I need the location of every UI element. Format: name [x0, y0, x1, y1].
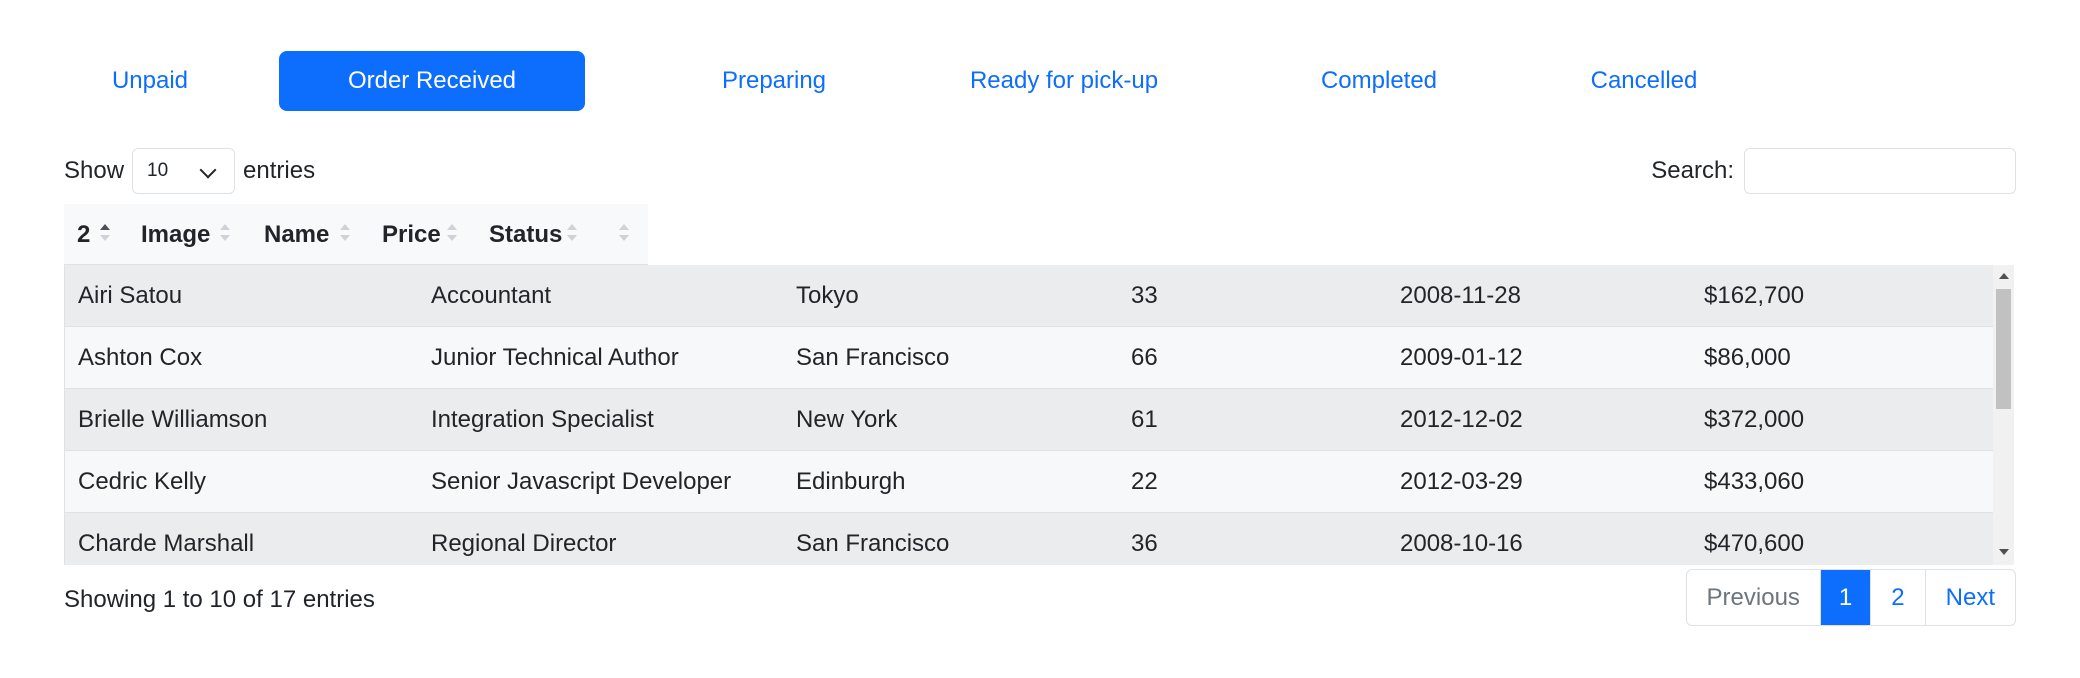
cell-name: Airi Satou — [78, 282, 183, 309]
sort-icon — [220, 224, 230, 244]
sort-icon — [567, 224, 577, 244]
table-scrollbar[interactable] — [1993, 265, 2014, 565]
entries-per-page-select[interactable]: 10 — [132, 148, 236, 194]
chevron-down-icon — [199, 161, 217, 179]
table-row[interactable]: Cedric Kelly Senior Javascript Developer… — [65, 451, 1993, 513]
scroll-up-arrow-icon[interactable] — [1999, 273, 2009, 279]
cell-start-date: 2008-10-16 — [1400, 530, 1523, 557]
cell-position: Integration Specialist — [431, 406, 654, 433]
cell-salary: $470,600 — [1704, 530, 1805, 557]
cell-start-date: 2009-01-12 — [1400, 344, 1523, 371]
entries-label: entries — [243, 157, 316, 184]
order-status-tabs: Unpaid Order Received Preparing Ready fo… — [64, 51, 1964, 111]
cell-office: San Francisco — [796, 344, 950, 371]
column-header-price[interactable]: Price — [382, 204, 441, 265]
cell-name: Cedric Kelly — [78, 468, 207, 495]
table-body: Airi Satou Accountant Tokyo 33 2008-11-2… — [64, 265, 2014, 565]
cell-name: Brielle Williamson — [78, 406, 268, 433]
previous-page-button[interactable]: Previous — [1687, 570, 1820, 625]
table-row[interactable]: Charde Marshall Regional Director San Fr… — [65, 513, 1993, 565]
search-label: Search: — [1651, 157, 1734, 184]
tab-unpaid[interactable]: Unpaid — [96, 51, 204, 111]
sort-asc-icon — [100, 224, 110, 244]
page-2-button[interactable]: 2 — [1870, 570, 1924, 625]
pagination: Previous 1 2 Next — [1685, 569, 2016, 626]
page-1-button[interactable]: 1 — [1819, 570, 1871, 625]
column-header-status[interactable]: Status — [489, 204, 562, 265]
cell-name: Charde Marshall — [78, 530, 255, 557]
cell-salary: $372,000 — [1704, 406, 1805, 433]
cell-age: 61 — [1131, 406, 1158, 433]
table-row[interactable]: Airi Satou Accountant Tokyo 33 2008-11-2… — [65, 265, 1993, 327]
tab-order-received[interactable]: Order Received — [279, 51, 585, 111]
sort-icon — [340, 224, 350, 244]
cell-salary: $433,060 — [1704, 468, 1805, 495]
entries-length-control: Show 10 entries — [64, 148, 315, 194]
tab-completed[interactable]: Completed — [1229, 51, 1529, 111]
cell-position: Senior Javascript Developer — [431, 468, 732, 495]
cell-office: San Francisco — [796, 530, 950, 557]
cell-start-date: 2008-11-28 — [1400, 282, 1521, 309]
cell-salary: $86,000 — [1704, 344, 1791, 371]
search-control: Search: — [1651, 148, 2016, 194]
cell-age: 33 — [1131, 282, 1158, 309]
entries-per-page-value: 10 — [147, 160, 169, 181]
tab-preparing[interactable]: Preparing — [644, 51, 904, 111]
show-label: Show — [64, 157, 125, 184]
table-row[interactable]: Brielle Williamson Integration Specialis… — [65, 389, 1993, 451]
tab-ready-for-pick-up[interactable]: Ready for pick-up — [914, 51, 1214, 111]
sort-icon — [619, 224, 629, 244]
cell-start-date: 2012-12-02 — [1400, 406, 1523, 433]
cell-age: 36 — [1131, 530, 1158, 557]
search-input[interactable] — [1744, 148, 2016, 194]
table-info: Showing 1 to 10 of 17 entries — [64, 586, 375, 613]
column-header-2[interactable]: 2 — [77, 204, 90, 265]
next-page-button[interactable]: Next — [1924, 570, 2015, 625]
scroll-down-arrow-icon[interactable] — [1999, 549, 2009, 555]
cell-office: Edinburgh — [796, 468, 906, 495]
cell-start-date: 2012-03-29 — [1400, 468, 1523, 495]
tab-cancelled[interactable]: Cancelled — [1494, 51, 1794, 111]
cell-position: Accountant — [431, 282, 552, 309]
cell-age: 66 — [1131, 344, 1158, 371]
cell-office: New York — [796, 406, 898, 433]
sort-icon — [447, 224, 457, 244]
table-header: 2 Image Name Price Status — [64, 204, 648, 265]
cell-office: Tokyo — [796, 282, 859, 309]
scrollbar-thumb[interactable] — [1996, 289, 2011, 409]
cell-position: Junior Technical Author — [431, 344, 679, 371]
column-header-image[interactable]: Image — [141, 204, 210, 265]
cell-age: 22 — [1131, 468, 1158, 495]
cell-name: Ashton Cox — [78, 344, 203, 371]
column-header-name[interactable]: Name — [264, 204, 329, 265]
cell-position: Regional Director — [431, 530, 617, 557]
table-row[interactable]: Ashton Cox Junior Technical Author San F… — [65, 327, 1993, 389]
cell-salary: $162,700 — [1704, 282, 1805, 309]
